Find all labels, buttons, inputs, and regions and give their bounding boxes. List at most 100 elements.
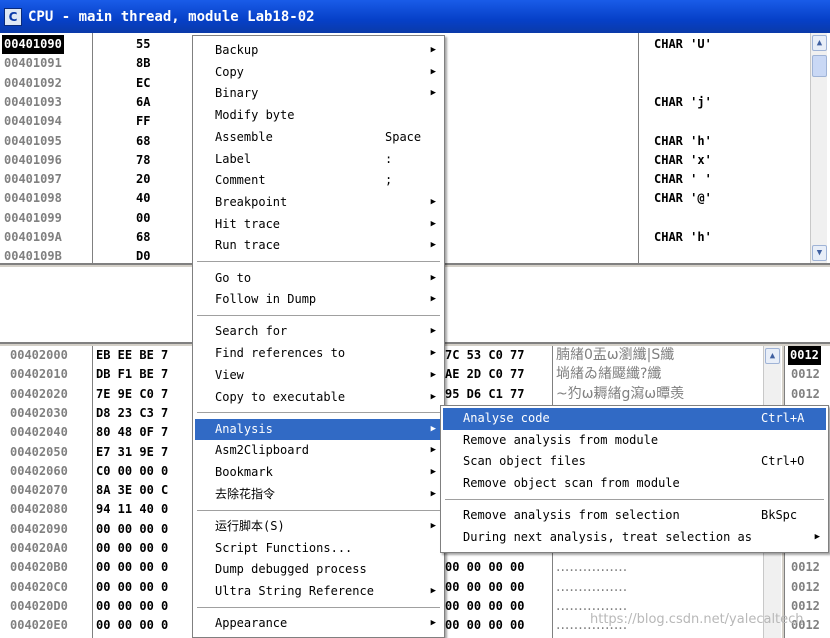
submenu-item-scan-object-files[interactable]: Scan object files Ctrl+O — [443, 451, 826, 473]
menu-item-binary[interactable]: Binary ▶ — [195, 83, 442, 105]
submenu-arrow-icon: ▶ — [430, 521, 436, 531]
menu-item-run-trace[interactable]: Run trace ▶ — [195, 235, 442, 257]
scroll-up-icon[interactable]: ▲ — [765, 348, 780, 364]
address-cell: 00401093 — [4, 94, 62, 109]
menu-item-label[interactable]: Label: — [195, 149, 442, 171]
menu-item-follow-in-dump[interactable]: Follow in Dump ▶ — [195, 289, 442, 311]
menu-item-script-functions[interactable]: Script Functions... — [195, 538, 442, 560]
analysis-submenu[interactable]: Analyse code Ctrl+A Remove analysis from m… — [440, 405, 829, 553]
dump-address: 00402040 — [10, 425, 68, 440]
menu-item-find-references-to[interactable]: Find references to ▶ — [195, 343, 442, 365]
submenu-item-analyse-code[interactable]: Analyse code Ctrl+A — [443, 408, 826, 430]
menu-item-label: 运行脚本(S) — [215, 519, 285, 533]
menu-item-label: Breakpoint — [215, 194, 288, 209]
comment-cell: CHAR 'U' — [654, 37, 712, 51]
dump-hex: DB F1 BE 7 — [96, 367, 169, 382]
menu-item-copy-to-executable[interactable]: Copy to executable ▶ — [195, 387, 442, 409]
dump-address: 00402080 — [10, 502, 68, 517]
submenu-item-shortcut: Ctrl+O — [761, 454, 805, 469]
menu-separator — [197, 261, 440, 263]
menu-item-bookmark[interactable]: Bookmark ▶ — [195, 462, 442, 484]
menu-item-ultra-string-reference[interactable]: Ultra String Reference ▶ — [195, 581, 442, 603]
hex-cell: D0 — [136, 249, 151, 264]
menu-item-view[interactable]: View ▶ — [195, 365, 442, 387]
menu-item-breakpoint[interactable]: Breakpoint ▶ — [195, 192, 442, 214]
hex-cell: 68 — [136, 133, 151, 148]
submenu-item-label: Analyse code — [463, 411, 550, 425]
dump-address: 004020C0 — [10, 579, 68, 594]
context-menu[interactable]: Backup ▶ Copy ▶ Binary ▶ Modify byte Assemble Sp… — [192, 35, 445, 638]
menu-item-label: Search for — [215, 324, 288, 339]
stack-row[interactable]: 0012 — [791, 365, 820, 384]
dump-address: 00402070 — [10, 483, 68, 498]
menu-item-label: Ultra String Reference — [215, 584, 374, 599]
hex-cell: EC — [136, 75, 151, 90]
menu-item-label: Dump debugged process — [215, 562, 367, 577]
submenu-item-remove-object-scan-from-module[interactable]: Remove object scan from module — [443, 473, 826, 495]
address-cell: 00401096 — [4, 152, 62, 167]
menu-item-item-19[interactable]: 去除花指令 ▶ — [195, 484, 442, 506]
dump-hex: D8 23 C3 7 — [96, 405, 169, 420]
menu-separator — [197, 412, 440, 415]
submenu-arrow-icon: ▶ — [430, 423, 436, 434]
dump-hex-right: 00 00 00 00 — [445, 598, 525, 613]
submenu-item-label: Remove analysis from module — [463, 432, 659, 447]
menu-item-s[interactable]: 运行脚本(S) ▶ — [195, 516, 442, 538]
hex-cell: 78 — [136, 152, 151, 167]
menu-item-comment[interactable]: Comment; — [195, 170, 442, 192]
submenu-item-remove-analysis-from-selection[interactable]: Remove analysis from selection BkSpc — [443, 505, 826, 527]
stack-row[interactable]: 0012 — [791, 385, 820, 404]
submenu-item-remove-analysis-from-module[interactable]: Remove analysis from module — [443, 430, 826, 452]
menu-item-copy[interactable]: Copy ▶ — [195, 62, 442, 84]
hex-cell: 8B — [136, 56, 151, 71]
menu-item-shortcut: ; — [385, 173, 393, 188]
submenu-arrow-icon: ▶ — [430, 618, 436, 629]
submenu-arrow-icon: ▶ — [430, 45, 436, 55]
submenu-item-during-next-analysis-treat-selection-as[interactable]: During next analysis, treat selection as… — [443, 527, 826, 549]
menu-item-assemble[interactable]: Assemble Space — [195, 127, 442, 149]
hex-cell: 68 — [136, 230, 151, 244]
watermark: https://blog.csdn.net/yalecaltech — [590, 612, 804, 627]
submenu-item-label: During next analysis, treat selection as — [463, 530, 752, 544]
submenu-arrow-icon: ▶ — [430, 488, 436, 499]
dump-hex: 00 00 00 0 — [96, 541, 169, 555]
scroll-down-icon[interactable]: ▼ — [812, 245, 827, 261]
menu-item-appearance[interactable]: Appearance ▶ — [195, 613, 442, 635]
menu-item-backup[interactable]: Backup ▶ — [195, 40, 442, 62]
menu-item-analysis[interactable]: Analysis ▶ — [195, 418, 442, 441]
stack-row[interactable]: 0012 — [788, 346, 821, 366]
dump-hex-right: 7C 53 C0 77 — [445, 348, 525, 362]
dump-hex: 00 00 00 0 — [96, 618, 169, 633]
comment-cell: CHAR 'x' — [654, 152, 712, 167]
stack-row[interactable]: 0012 — [791, 578, 820, 597]
menu-item-label: Copy to executable — [215, 389, 346, 404]
menu-separator — [197, 314, 440, 317]
scroll-up-icon[interactable]: ▲ — [812, 35, 827, 51]
dump-address: 00402020 — [10, 386, 68, 401]
menu-item-label: Backup — [215, 43, 259, 57]
dump-hex: 00 00 00 0 — [96, 579, 169, 594]
menu-item-label: View — [215, 367, 244, 382]
window-title: CPU - main thread, module Lab18-02 — [28, 8, 315, 25]
dump-hex: E7 31 9E 7 — [96, 444, 169, 459]
dump-address: 00402060 — [10, 463, 68, 478]
stack-row[interactable]: 0012 — [791, 558, 820, 577]
menu-item-modify-byte[interactable]: Modify byte — [195, 105, 442, 127]
dump-address: 00402050 — [10, 444, 68, 459]
dump-address: 00402030 — [10, 405, 68, 420]
submenu-arrow-icon: ▶ — [430, 240, 436, 251]
submenu-arrow-icon: ▶ — [430, 196, 436, 207]
scroll-thumb[interactable] — [812, 55, 827, 77]
menu-item-search-for[interactable]: Search for ▶ — [195, 321, 442, 343]
title-bar[interactable]: C CPU - main thread, module Lab18-02 — [0, 0, 830, 33]
dump-ascii: ................ — [556, 578, 628, 595]
menu-item-asm2clipboard[interactable]: Asm2Clipboard ▶ — [195, 440, 442, 462]
menu-item-hit-trace[interactable]: Hit trace ▶ — [195, 214, 442, 236]
disassembly-scrollbar[interactable]: ▲ ▼ — [810, 33, 827, 263]
dump-hex-right: AE 2D C0 77 — [445, 367, 525, 382]
submenu-item-label: Remove object scan from module — [463, 476, 680, 491]
address-cell: 00401091 — [4, 56, 62, 71]
menu-item-dump-debugged-process[interactable]: Dump debugged process — [195, 559, 442, 581]
menu-item-label: Comment — [215, 173, 266, 188]
menu-item-go-to[interactable]: Go to ▶ — [195, 268, 442, 290]
